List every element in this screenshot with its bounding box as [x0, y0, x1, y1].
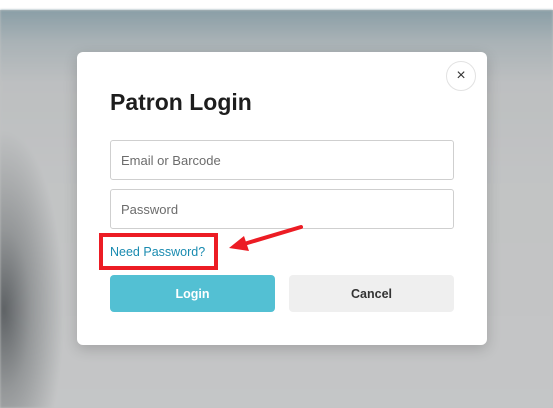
- email-field[interactable]: [110, 140, 454, 180]
- password-field[interactable]: [110, 189, 454, 229]
- top-strip: [0, 0, 553, 10]
- page: × Patron Login Need Password? Login Canc…: [0, 0, 553, 408]
- cancel-button[interactable]: Cancel: [289, 275, 454, 312]
- patron-login-dialog: × Patron Login Need Password? Login Canc…: [77, 52, 487, 345]
- close-icon[interactable]: ×: [446, 61, 476, 91]
- dialog-title: Patron Login: [110, 89, 252, 115]
- login-button[interactable]: Login: [110, 275, 275, 312]
- need-password-link[interactable]: Need Password?: [110, 245, 205, 259]
